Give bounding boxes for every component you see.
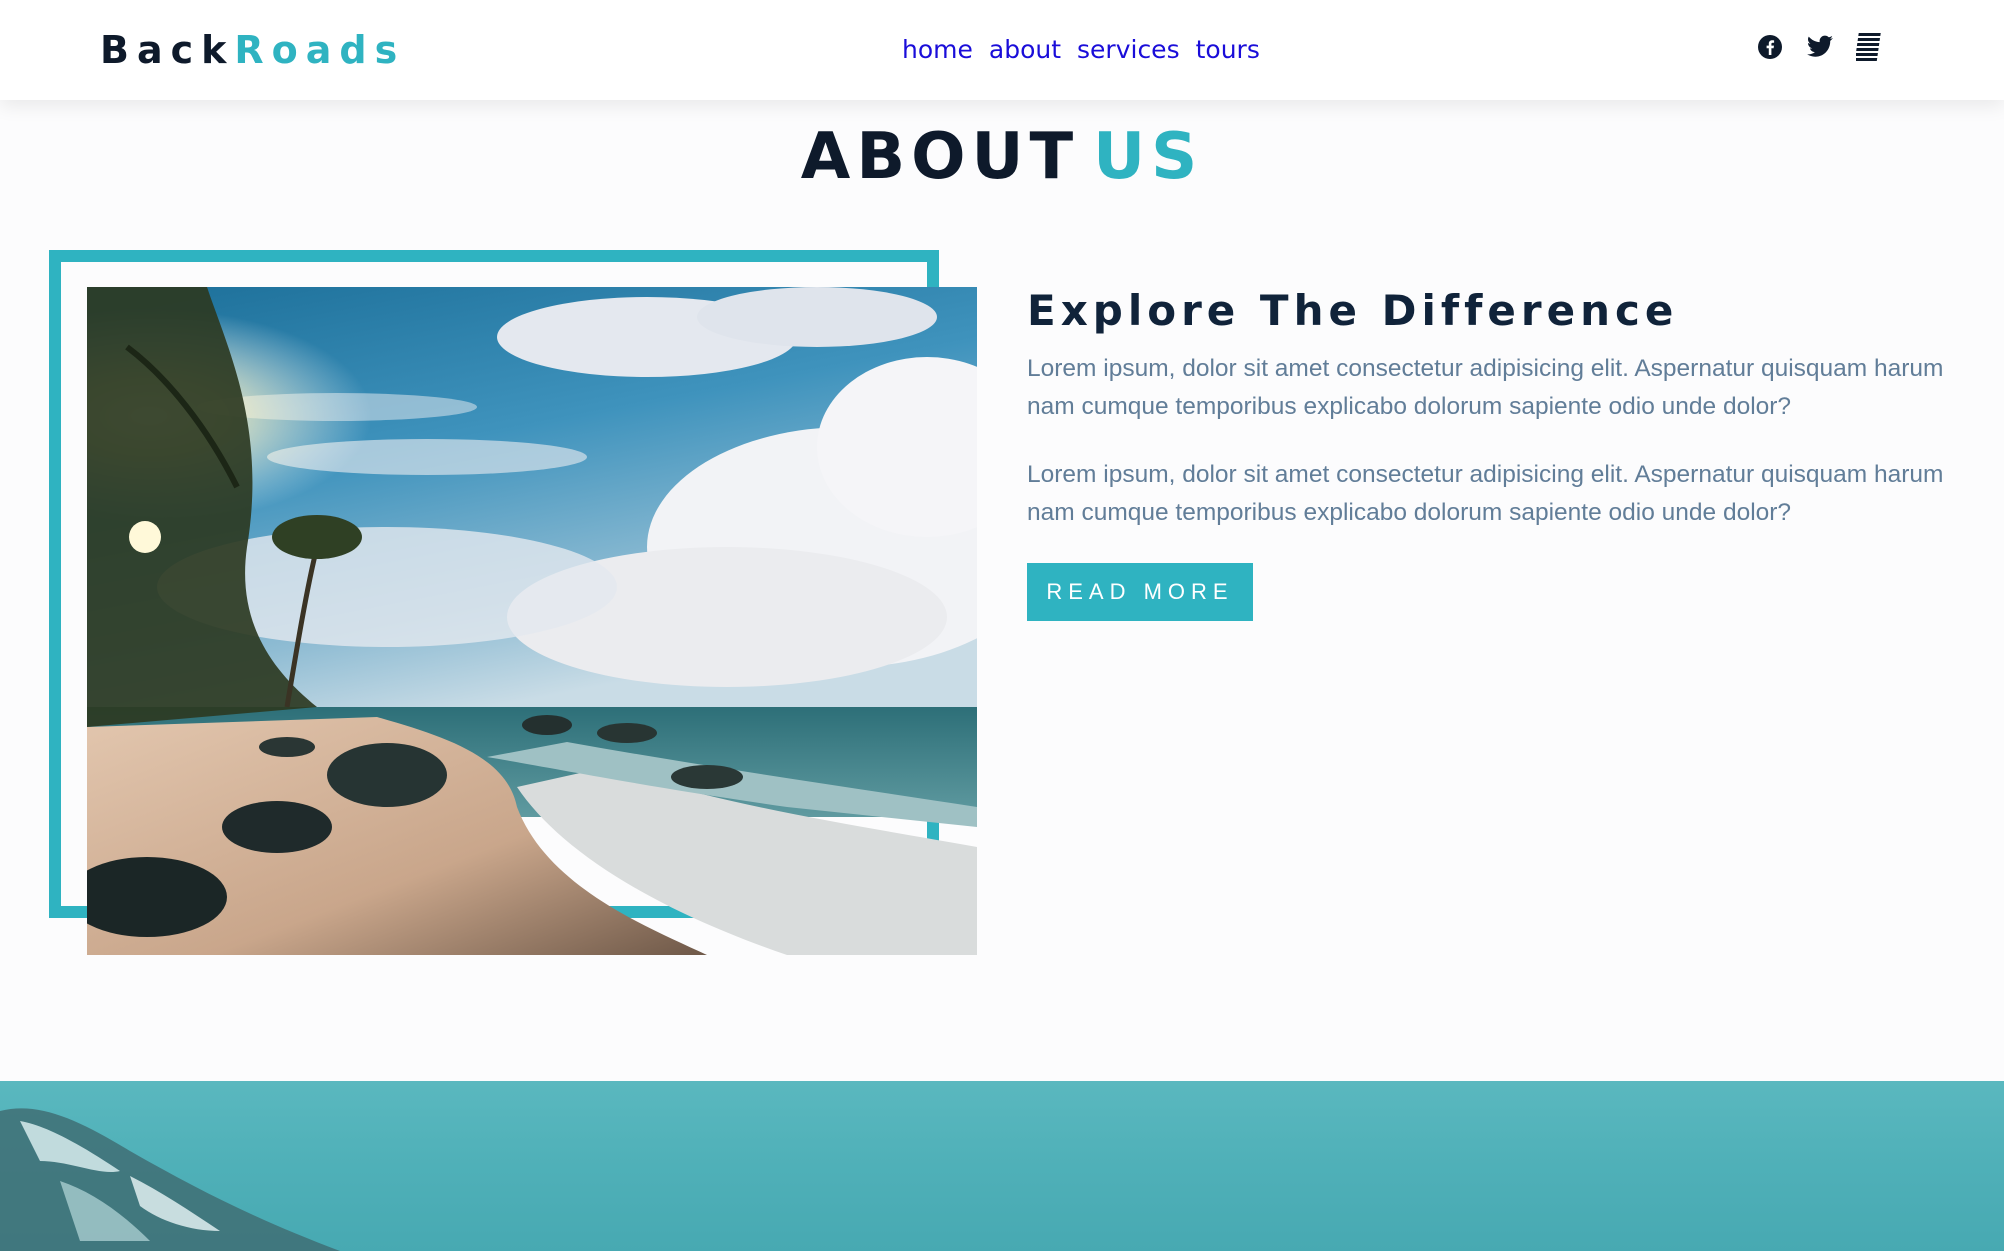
nav-link-services[interactable]: services [1077, 34, 1180, 66]
logo-part1: Back [100, 28, 235, 72]
nav-link-tours[interactable]: tours [1196, 34, 1260, 66]
nav-links: home about services tours [902, 34, 1260, 66]
nav-link-about[interactable]: about [989, 34, 1061, 66]
social-icons [1755, 32, 1885, 62]
logo[interactable]: BackRoads [100, 26, 405, 74]
about-heading: Explore The Difference [1027, 286, 1679, 335]
logo-part2: Roads [234, 28, 406, 72]
squarespace-icon[interactable] [1855, 32, 1885, 62]
facebook-icon[interactable] [1755, 32, 1785, 62]
read-more-button[interactable]: READ MORE [1027, 563, 1253, 621]
about-paragraph-2: Lorem ipsum, dolor sit amet consectetur … [1027, 461, 1944, 526]
navbar: BackRoads home about services tours [0, 0, 2004, 100]
section-title-part2: US [1093, 120, 1204, 194]
beach-photo [87, 287, 977, 955]
hero-banner-image [0, 1081, 2004, 1251]
nav-link-home[interactable]: home [902, 34, 973, 66]
section-title: ABOUT US [0, 118, 2004, 196]
about-paragraph-1: Lorem ipsum, dolor sit amet consectetur … [1027, 355, 1944, 420]
twitter-icon[interactable] [1805, 32, 1835, 62]
section-title-part1: ABOUT [800, 120, 1080, 194]
